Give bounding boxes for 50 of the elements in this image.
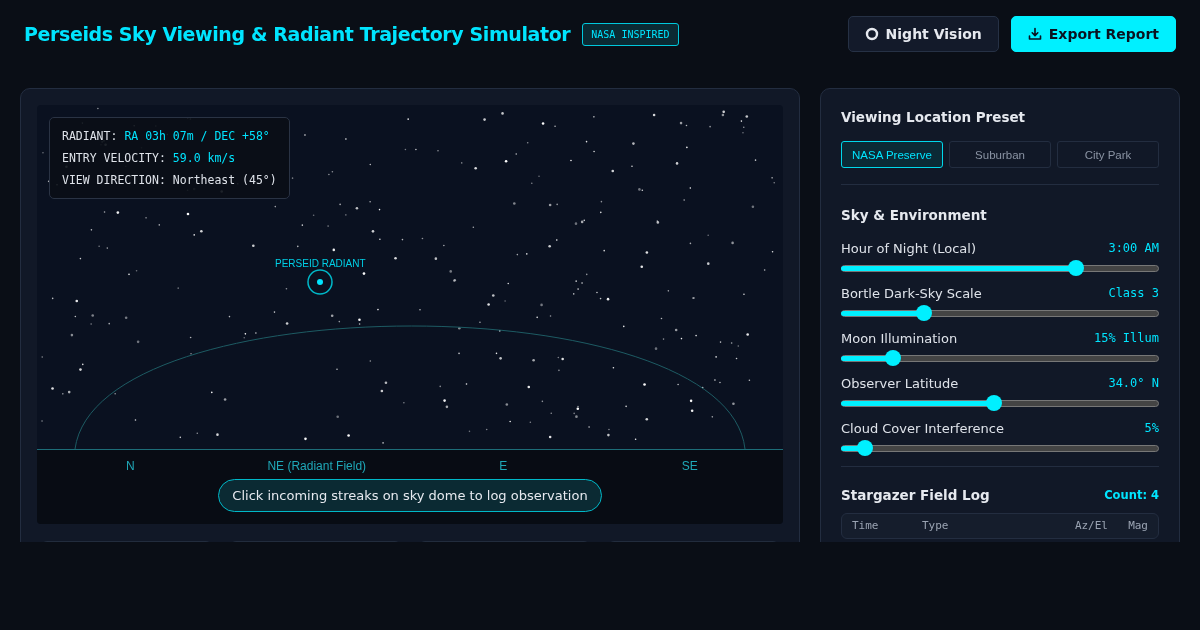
download-icon (1027, 27, 1042, 41)
hint-pill: Click incoming streaks on sky dome to log observation (218, 479, 602, 512)
slider[interactable] (841, 350, 1159, 366)
slider-reading: 15% Illum (1093, 331, 1159, 345)
section-title: Sky & Environment (841, 207, 988, 223)
column-header: Mag (1127, 519, 1148, 533)
info-value: 59.0 km/s (172, 150, 236, 167)
slider-reading: 5% (1144, 421, 1159, 435)
slider-thumb[interactable] (1068, 260, 1085, 276)
slider-thumb[interactable] (885, 350, 902, 366)
app-title: Perseids Sky Viewing & Radiant Trajectory Simulator (24, 23, 571, 45)
direction-label: NE (Radiant Field) (266, 459, 368, 473)
info-value: RA 03h 07m / DEC +58° (124, 128, 270, 145)
slider-reading: 3:00 AM (1108, 241, 1159, 255)
preset-tab[interactable]: City Park (1057, 141, 1159, 168)
slider-label: Moon Illumination (841, 330, 958, 346)
slider[interactable] (841, 305, 1159, 321)
slider-label: Observer Latitude (841, 375, 959, 391)
nasa-badge: NASA INSPIRED (582, 22, 679, 46)
section-title: Viewing Location Preset (841, 109, 1027, 125)
info-label: VIEW DIRECTION: (62, 172, 166, 189)
ring-icon (864, 27, 879, 41)
column-header: Time (852, 519, 880, 533)
slider-thumb[interactable] (857, 440, 874, 456)
slider-label: Cloud Cover Interference (841, 420, 1004, 436)
radiant-marker (307, 269, 333, 295)
slider-thumb[interactable] (915, 305, 932, 321)
info-label: ENTRY VELOCITY: (62, 150, 166, 167)
info-value: Northeast (45°) (172, 172, 277, 189)
preset-tab[interactable]: NASA Preserve (841, 141, 943, 168)
column-header: Type (922, 519, 950, 533)
direction-label: N (124, 459, 136, 473)
radiant-label: PERSEID RADIANT (275, 258, 366, 269)
slider-label: Bortle Dark-Sky Scale (841, 285, 982, 301)
log-count: Count: 4 (1104, 488, 1159, 502)
slider-reading: Class 3 (1108, 286, 1159, 300)
export-button[interactable]: Export Report (1010, 16, 1176, 52)
slider-reading: 34.0° N (1108, 376, 1159, 390)
slider[interactable] (841, 440, 1159, 456)
direction-label: E (498, 459, 509, 473)
slider[interactable] (841, 395, 1159, 411)
slider[interactable] (841, 260, 1159, 276)
column-header: Az/El (1073, 519, 1108, 533)
direction-label: SE (680, 459, 699, 473)
slider-thumb[interactable] (985, 395, 1002, 411)
section-title: Stargazer Field Log (841, 487, 990, 503)
preset-tab[interactable]: Suburban (949, 141, 1051, 168)
night-vision-button[interactable]: Night Vision (847, 16, 999, 52)
info-label: RADIANT: (62, 128, 118, 145)
slider-label: Hour of Night (Local) (841, 240, 976, 256)
